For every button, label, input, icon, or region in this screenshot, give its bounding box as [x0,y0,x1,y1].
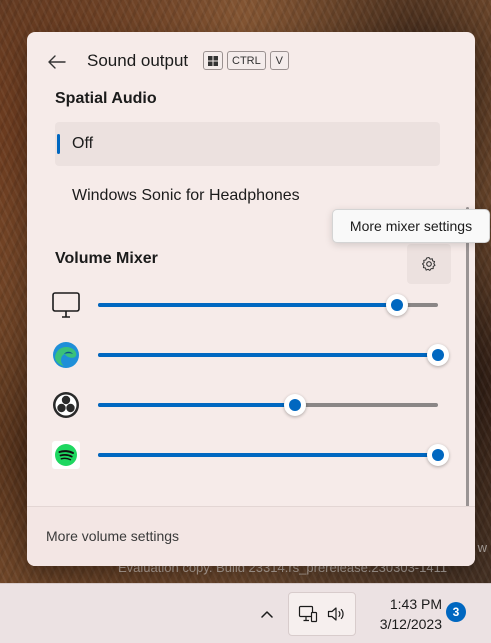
volume-fill [98,353,438,357]
spotify-icon [51,440,81,470]
volume-fill [98,303,398,307]
flyout-header: Sound output CTRL V [27,32,475,88]
selection-indicator [57,134,60,154]
obs-icon [51,390,81,420]
taskbar: 1:43 PM 3/12/2023 3 [0,583,491,643]
v-key: V [269,51,289,70]
monitor-icon [51,290,81,320]
taskbar-clock[interactable]: 1:43 PM 3/12/2023 [362,594,442,634]
quick-settings-button[interactable] [288,592,356,636]
volume-thumb[interactable] [427,344,449,366]
scrollbar[interactable] [466,207,469,519]
volume-fill [98,453,438,457]
mixer-settings-tooltip: More mixer settings [332,209,490,243]
network-icon [298,605,318,623]
mixer-row-spotify [51,438,451,472]
volume-thumb[interactable] [284,394,307,416]
notification-badge[interactable]: 3 [446,602,466,622]
volume-slider[interactable] [98,444,449,466]
clock-date: 3/12/2023 [379,616,442,632]
volume-slider[interactable] [98,394,438,416]
volume-fill [98,403,296,407]
volume-slider[interactable] [98,344,449,366]
ctrl-key: CTRL [227,51,266,70]
back-arrow-icon [48,55,66,69]
gear-icon [422,257,436,271]
mixer-row-system [51,288,451,322]
flyout-footer: More volume settings [27,506,475,566]
spatial-audio-heading: Spatial Audio [55,90,157,107]
more-mixer-settings-button[interactable] [407,244,451,284]
chevron-up-icon [261,611,273,618]
option-label: Off [72,135,94,152]
volume-mixer-heading: Volume Mixer [55,250,158,267]
show-hidden-icons-button[interactable] [254,600,280,628]
mixer-row-obs [51,388,451,422]
flyout-title: Sound output [87,51,189,70]
volume-slider[interactable] [98,294,438,316]
mixer-row-edge [51,338,451,372]
speaker-icon [327,607,344,621]
spatial-option-off[interactable]: Off [55,122,440,166]
volume-thumb[interactable] [427,444,449,466]
volume-thumb[interactable] [386,294,409,316]
watermark-edge: w [477,540,487,555]
option-label: Windows Sonic for Headphones [72,187,300,204]
keyboard-shortcut: CTRL V [203,51,289,70]
back-button[interactable] [41,46,73,78]
windows-key-icon [203,51,223,70]
edge-icon [51,340,81,370]
clock-time: 1:43 PM [389,596,442,612]
sound-output-flyout: Sound output CTRL V Spatial Audio Off Wi… [27,32,475,566]
more-volume-settings-link[interactable]: More volume settings [46,528,179,544]
